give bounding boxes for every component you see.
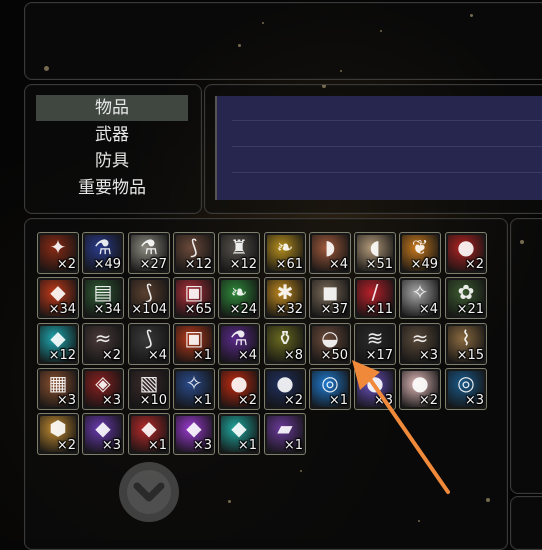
orange-pointer-arrow-icon <box>352 360 450 494</box>
